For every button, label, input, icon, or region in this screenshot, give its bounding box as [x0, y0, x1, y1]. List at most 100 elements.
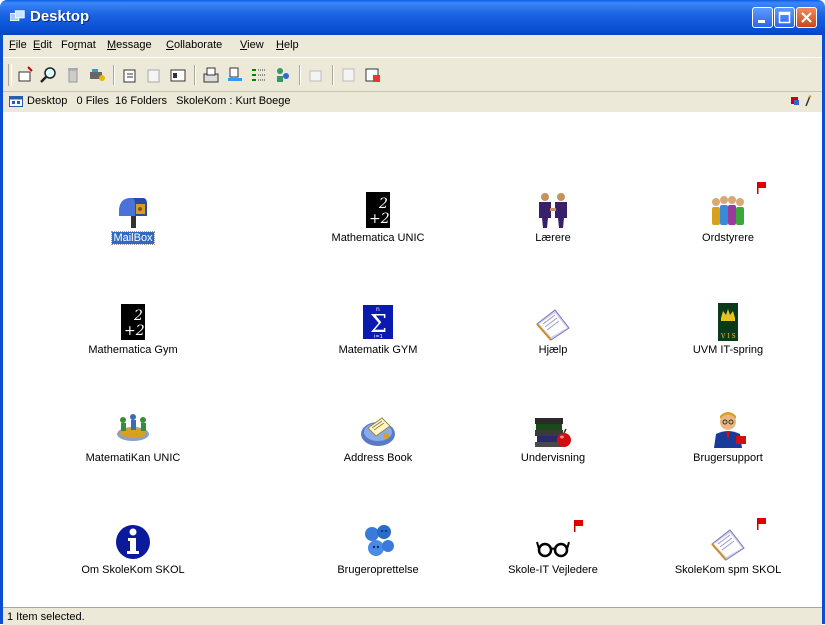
menu-file[interactable]: File: [9, 39, 27, 51]
reply-icon[interactable]: [121, 66, 139, 84]
svg-text:i=1: i=1: [374, 334, 383, 340]
menu-format[interactable]: Format: [61, 39, 96, 51]
properties-icon[interactable]: [169, 66, 187, 84]
desktop-item-label: Mathematica Gym: [88, 344, 178, 356]
title-bar[interactable]: Desktop: [0, 0, 825, 35]
svg-text:n: n: [376, 306, 380, 313]
svg-text:2: 2: [378, 196, 388, 212]
tools-icon[interactable]: [88, 66, 106, 84]
history-icon[interactable]: [307, 66, 325, 84]
users-blue-icon: [365, 525, 394, 556]
open-icon[interactable]: [340, 66, 358, 84]
desktop-item-label: Skole-IT Vejledere: [508, 564, 598, 576]
desktop-item-uvm-it-spring[interactable]: V I S UVM IT-spring: [653, 302, 803, 356]
menu-collaborate[interactable]: Collaborate: [166, 39, 222, 51]
path-info: Desktop 0 Files 16 Folders SkoleKom : Ku…: [27, 95, 291, 107]
window-title: Desktop: [30, 8, 90, 25]
users-icon[interactable]: [274, 66, 292, 84]
status-flags-icon[interactable]: [790, 95, 814, 107]
flag-icon: [757, 182, 766, 194]
maximize-icon: [778, 11, 791, 24]
info-icon: [116, 525, 150, 559]
desktop-item-label: Lærere: [535, 232, 571, 244]
path-bar: Desktop 0 Files 16 Folders SkoleKom : Ku…: [3, 91, 822, 113]
desktop-item-label: Undervisning: [520, 452, 586, 464]
mailbox-icon: [119, 198, 147, 228]
toolbar-separator: [299, 65, 301, 85]
desktop-item-label: MatematiKan UNIC: [85, 452, 181, 464]
address-book-icon: [361, 417, 395, 446]
crown-icon: V I S: [718, 303, 738, 341]
mathematica-icon: 2 +2: [366, 192, 390, 228]
find-icon[interactable]: [40, 66, 58, 84]
toolbar-separator: [194, 65, 196, 85]
status-bar: 1 Item selected.: [3, 607, 822, 625]
desktop-item-ordstyrere[interactable]: Ordstyrere: [653, 182, 803, 244]
sigma-icon: Σ n i=1: [363, 305, 393, 340]
svg-text:V I S: V I S: [720, 333, 736, 340]
svg-text:2: 2: [133, 308, 143, 324]
desktop-item-matematik-gym[interactable]: Σ n i=1 Matematik GYM: [303, 302, 453, 356]
menu-bar: File Edit Format Message Collaborate Vie…: [3, 35, 822, 57]
desktop-item-label: Ordstyrere: [702, 232, 754, 244]
desktop-item-mathematica-unic[interactable]: 2 +2 Mathematica UNIC: [303, 190, 453, 244]
flag-icon: [574, 520, 583, 532]
desktop-app-icon: [10, 10, 25, 21]
toolbar-separator: [113, 65, 115, 85]
list-icon[interactable]: [250, 66, 268, 84]
desktop-item-skole-it-vejledere[interactable]: Skole-IT Vejledere: [478, 520, 628, 576]
desktop-item-label: Hjælp: [538, 344, 568, 356]
desktop-item-label: Address Book: [343, 452, 413, 464]
status-text: 1 Item selected.: [7, 611, 85, 623]
desktop-item-om-skolekom-skol[interactable]: Om SkoleKom SKOL: [58, 522, 208, 576]
desktop-content: MailBox 2 +2 Mathematica UNIC Lærere Ord…: [3, 112, 822, 607]
toolbar-grip[interactable]: [8, 64, 12, 86]
books-apple-icon: [535, 418, 571, 447]
desktop-item-mathematica-gym[interactable]: 2 +2 Mathematica Gym: [58, 302, 208, 356]
desktop-item-brugeroprettelse[interactable]: Brugeroprettelse: [303, 522, 453, 576]
menu-message[interactable]: Message: [107, 39, 152, 51]
desktop-item-label: Brugeroprettelse: [337, 564, 419, 576]
close-icon: [801, 12, 812, 23]
toolbar-separator: [332, 65, 334, 85]
conference-icon: [117, 414, 149, 441]
forward-icon[interactable]: [145, 66, 163, 84]
trash-icon[interactable]: [64, 66, 82, 84]
fax-icon[interactable]: [202, 66, 220, 84]
help-book-icon: [711, 529, 745, 561]
minimize-button[interactable]: [752, 7, 773, 28]
print-icon[interactable]: [226, 66, 244, 84]
flag-icon: [757, 518, 766, 530]
help-book-icon: [536, 309, 570, 341]
menu-view[interactable]: View: [240, 39, 264, 51]
desktop-item-label: Mathematica UNIC: [331, 232, 425, 244]
people-icon: [539, 193, 567, 228]
desktop-item-skolekom-spm-skol[interactable]: SkoleKom spm SKOL: [653, 518, 803, 576]
desktop-item-label: Om SkoleKom SKOL: [81, 564, 185, 576]
desktop-item-hjaelp[interactable]: Hjælp: [478, 302, 628, 356]
archive-icon[interactable]: [364, 66, 382, 84]
desktop-item-label: SkoleKom spm SKOL: [674, 564, 782, 576]
desktop-icon: [9, 96, 23, 107]
mathematica-icon: 2 +2: [121, 304, 145, 340]
menu-edit[interactable]: Edit: [33, 39, 52, 51]
desktop-item-label: Brugersupport: [693, 452, 763, 464]
desktop-item-label: Matematik GYM: [338, 344, 418, 356]
desktop-item-label: MailBox: [111, 231, 155, 245]
desktop-item-laerere[interactable]: Lærere: [478, 190, 628, 244]
desktop-item-brugersupport[interactable]: Brugersupport: [653, 410, 803, 464]
support-person-icon: [714, 412, 746, 448]
close-button[interactable]: [796, 7, 817, 28]
desktop-item-mailbox[interactable]: MailBox: [58, 190, 208, 245]
desktop-item-label: UVM IT-spring: [692, 344, 764, 356]
desktop-item-address-book[interactable]: Address Book: [303, 410, 453, 464]
menu-help[interactable]: Help: [276, 39, 299, 51]
new-message-icon[interactable]: [16, 66, 34, 84]
maximize-button[interactable]: [774, 7, 795, 28]
desktop-item-matematikan-unic[interactable]: MatematiKan UNIC: [58, 410, 208, 464]
group-icon: [712, 196, 744, 225]
glasses-icon: [536, 541, 570, 558]
desktop-item-undervisning[interactable]: Undervisning: [478, 410, 628, 464]
svg-text:+2: +2: [369, 211, 390, 227]
svg-text:+2: +2: [124, 323, 145, 339]
